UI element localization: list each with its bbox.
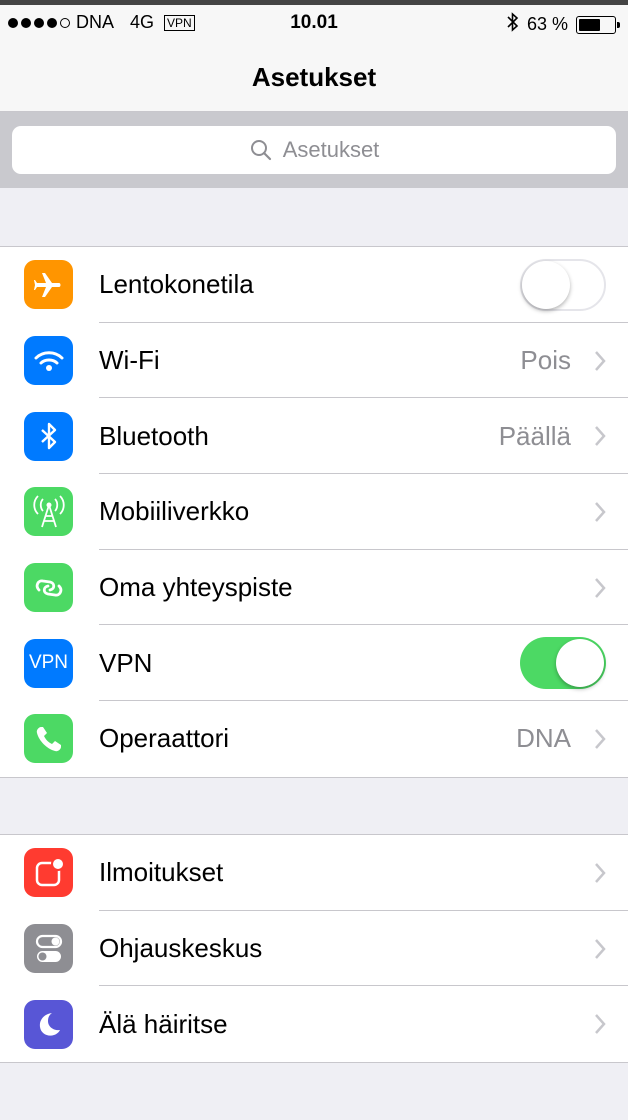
chevron-right-icon: [595, 350, 606, 371]
row-label: VPN: [99, 647, 153, 678]
chevron-right-icon: [595, 863, 606, 883]
status-bar: DNA 4G VPN 10.01 63 %: [0, 0, 628, 44]
page-title: Asetukset: [251, 62, 377, 92]
row-label: Mobiiliverkko: [99, 496, 250, 527]
row-label: Oma yhteyspiste: [99, 572, 293, 603]
airplane-icon: [24, 260, 73, 310]
airplane-mode-toggle[interactable]: [520, 258, 606, 311]
settings-group-notifications: Ilmoitukset Ohjauskeskus Älä häiritse: [0, 834, 628, 1064]
bluetooth-icon: [24, 411, 73, 461]
row-value: Päällä: [498, 420, 571, 451]
navigation-bar: Asetukset: [0, 44, 628, 112]
row-vpn[interactable]: VPN VPN: [0, 625, 628, 702]
battery-percent: 63 %: [526, 14, 568, 34]
row-label: Ohjauskeskus: [99, 933, 263, 964]
status-right: 63 %: [507, 12, 620, 37]
row-wifi[interactable]: Wi-Fi Pois: [0, 323, 628, 399]
bluetooth-status-icon: [507, 12, 519, 37]
cellular-antenna-icon: [24, 487, 73, 537]
wifi-icon: [24, 336, 73, 386]
row-airplane-mode[interactable]: Lentokonetila: [0, 247, 628, 323]
row-label: Wi-Fi: [99, 345, 160, 376]
moon-icon: [24, 999, 73, 1049]
chevron-right-icon: [595, 502, 606, 522]
row-bluetooth[interactable]: Bluetooth Päällä: [0, 398, 628, 475]
search-placeholder: Asetukset: [282, 137, 380, 162]
row-label: Operaattori: [99, 723, 230, 754]
row-control-center[interactable]: Ohjauskeskus: [0, 911, 628, 987]
row-label: Ilmoitukset: [99, 857, 224, 888]
search-area: Asetukset: [0, 112, 628, 188]
toggle-knob: [556, 639, 604, 688]
search-icon: [250, 140, 271, 161]
vpn-icon-text: VPN: [28, 652, 69, 674]
row-do-not-disturb[interactable]: Älä häiritse: [0, 986, 628, 1062]
row-personal-hotspot[interactable]: Oma yhteyspiste: [0, 550, 628, 626]
row-notifications[interactable]: Ilmoitukset: [0, 835, 628, 911]
chevron-right-icon: [595, 729, 606, 749]
vpn-toggle[interactable]: [520, 637, 606, 690]
chevron-right-icon: [595, 426, 606, 447]
row-label: Älä häiritse: [99, 1008, 228, 1039]
row-cellular[interactable]: Mobiiliverkko: [0, 474, 628, 550]
hotspot-icon: [24, 563, 73, 613]
search-input[interactable]: Asetukset: [12, 126, 616, 174]
row-value: DNA: [516, 723, 571, 754]
battery-icon: [576, 15, 620, 34]
chevron-right-icon: [595, 577, 606, 598]
row-label: Bluetooth: [99, 420, 209, 451]
control-center-icon: [24, 924, 73, 974]
row-carrier[interactable]: Operaattori DNA: [0, 701, 628, 777]
phone-icon: [24, 714, 73, 764]
settings-group-connectivity: Lentokonetila Wi-Fi Pois Bluetooth Pääll…: [0, 246, 628, 778]
toggle-knob: [522, 260, 570, 309]
row-label: Lentokonetila: [99, 269, 254, 300]
vpn-icon: VPN: [24, 638, 73, 688]
row-value: Pois: [520, 345, 571, 376]
chevron-right-icon: [595, 1014, 606, 1035]
chevron-right-icon: [595, 938, 606, 959]
notifications-icon: [24, 848, 73, 898]
